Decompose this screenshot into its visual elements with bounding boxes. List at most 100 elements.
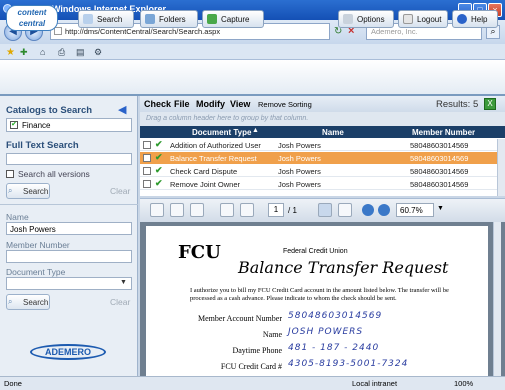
group-hint: Drag a column header here to group by th… — [140, 112, 505, 126]
capture-icon — [207, 14, 217, 24]
search-icon: ⌕ — [8, 186, 13, 195]
print-icon[interactable]: ⎙ — [58, 47, 65, 58]
menu-check[interactable]: Check — [144, 99, 171, 109]
document-type-label: Document Type — [6, 267, 66, 277]
table-row[interactable]: ✔ Remove Joint Owner Josh Powers 5804860… — [140, 178, 497, 190]
logout-icon — [403, 14, 413, 24]
cell-doc-type: Remove Joint Owner — [170, 180, 241, 189]
col-member-number[interactable]: Member Number — [412, 128, 475, 137]
finance-checkbox[interactable]: ✔ — [10, 121, 18, 129]
page-number-input[interactable]: 1 — [268, 203, 284, 217]
options-button[interactable]: Options — [338, 10, 394, 28]
check-icon: ✔ — [155, 165, 163, 175]
zoom-indicator[interactable]: 100% — [454, 379, 473, 388]
fulltext-search-button[interactable]: Search — [6, 183, 50, 199]
select-cursor-icon[interactable] — [318, 203, 332, 217]
member-number-field[interactable] — [6, 250, 132, 263]
help-button[interactable]: Help — [452, 10, 498, 28]
chevron-down-icon[interactable]: ▼ — [120, 279, 127, 286]
add-favorites-icon[interactable]: ✚ — [20, 47, 28, 58]
table-row[interactable]: ✔ Addition of Authorized User Josh Power… — [140, 139, 497, 151]
check-icon: ✔ — [155, 152, 163, 162]
all-versions-label: Search all versions — [18, 169, 90, 179]
remove-sorting-link[interactable]: Remove Sorting — [258, 100, 312, 109]
catalogs-title: Catalogs to Search — [6, 105, 93, 116]
viewer-scrollbar[interactable] — [493, 222, 501, 376]
divider — [0, 204, 138, 205]
page-menu-icon[interactable]: ▤ — [76, 47, 85, 58]
capture-button-label: Capture — [221, 15, 250, 24]
chevron-down-icon[interactable]: ▼ — [437, 205, 444, 212]
print-icon[interactable] — [150, 203, 164, 217]
content-central-logo[interactable]: content central — [6, 5, 58, 31]
email-icon[interactable] — [190, 203, 204, 217]
all-versions-checkbox[interactable] — [6, 170, 14, 178]
menu-view[interactable]: View — [230, 99, 250, 109]
col-name[interactable]: Name — [322, 128, 344, 137]
search-button-label: Search — [97, 15, 123, 24]
hand-pan-icon[interactable] — [338, 203, 352, 217]
save-icon[interactable] — [170, 203, 184, 217]
metadata-search-button[interactable]: Search — [6, 294, 50, 310]
capture-button[interactable]: Capture — [202, 10, 264, 28]
document-type-select[interactable] — [6, 277, 132, 290]
app-header — [0, 60, 505, 96]
field-value: JOSH POWERS — [288, 327, 364, 337]
table-row[interactable]: ✔ Check Card Dispute Josh Powers 5804860… — [140, 165, 497, 177]
results-count: Results: 5 — [436, 99, 479, 110]
metadata-clear-link[interactable]: Clear — [110, 297, 130, 307]
metadata-search-label: Search — [23, 298, 49, 307]
ademero-logo: ADEMERO — [30, 344, 106, 360]
table-row-selected[interactable]: ✔ Balance Transfer Request Josh Powers 5… — [140, 152, 497, 164]
cell-member: 58048603014569 — [410, 141, 469, 150]
search-icon — [83, 14, 93, 24]
catalog-finance: Finance — [22, 121, 51, 130]
tools-icon[interactable]: ⚙ — [94, 47, 102, 58]
name-label: Name — [6, 212, 29, 222]
name-field[interactable]: Josh Powers — [6, 222, 132, 235]
menu-file[interactable]: File — [174, 99, 190, 109]
zoom-out-icon[interactable] — [362, 204, 374, 216]
row-checkbox[interactable] — [143, 154, 151, 162]
col-document-type[interactable]: Document Type — [192, 128, 251, 137]
field-value: 4305-8193-5001-7324 — [288, 359, 409, 369]
row-checkbox[interactable] — [143, 167, 151, 175]
org-name: Federal Credit Union — [283, 248, 348, 255]
home-icon[interactable]: ⌂ — [40, 47, 45, 57]
search-sidebar — [0, 96, 138, 376]
fcu-logo: FCU — [178, 242, 221, 263]
collapse-arrow-icon[interactable]: ◀ — [118, 103, 126, 116]
sort-up-icon: ▲ — [252, 127, 259, 134]
document-title: Balance Transfer Request — [238, 258, 449, 277]
folders-button-label: Folders — [159, 15, 186, 24]
favorites-star-icon[interactable]: ★ — [6, 47, 15, 58]
document-body: I authorize you to bill my FCU Credit Ca… — [190, 287, 449, 302]
fulltext-input[interactable] — [6, 153, 132, 165]
logout-button[interactable]: Logout — [398, 10, 448, 28]
cell-member: 58048603014569 — [410, 180, 469, 189]
menu-modify[interactable]: Modify — [196, 99, 225, 109]
cell-member: 58048603014569 — [410, 167, 469, 176]
grid-header: Document Type ▲ Name Member Number — [140, 126, 505, 138]
folders-button[interactable]: Folders — [140, 10, 198, 28]
logo-line1: content — [17, 8, 47, 17]
fit-page-icon[interactable] — [220, 203, 234, 217]
row-checkbox[interactable] — [143, 180, 151, 188]
row-checkbox[interactable] — [143, 141, 151, 149]
grid-scrollbar[interactable] — [497, 139, 505, 196]
logo-line2: central — [18, 19, 46, 28]
field-value: 481 - 187 - 2440 — [288, 343, 380, 353]
cell-member: 58048603014569 — [410, 154, 469, 163]
check-icon: ✔ — [155, 178, 163, 188]
check-icon: ✔ — [155, 139, 163, 149]
fulltext-clear-link[interactable]: Clear — [110, 186, 130, 196]
help-icon — [457, 14, 467, 24]
zoom-level-field[interactable]: 60.7% — [396, 203, 434, 217]
zoom-in-icon[interactable] — [378, 204, 390, 216]
logout-button-label: Logout — [417, 15, 442, 24]
fit-width-icon[interactable] — [240, 203, 254, 217]
cell-name: Josh Powers — [278, 141, 321, 150]
search-button[interactable]: Search — [78, 10, 134, 28]
export-excel-icon[interactable]: X — [484, 98, 496, 110]
cell-doc-type: Balance Transfer Request — [170, 154, 257, 163]
